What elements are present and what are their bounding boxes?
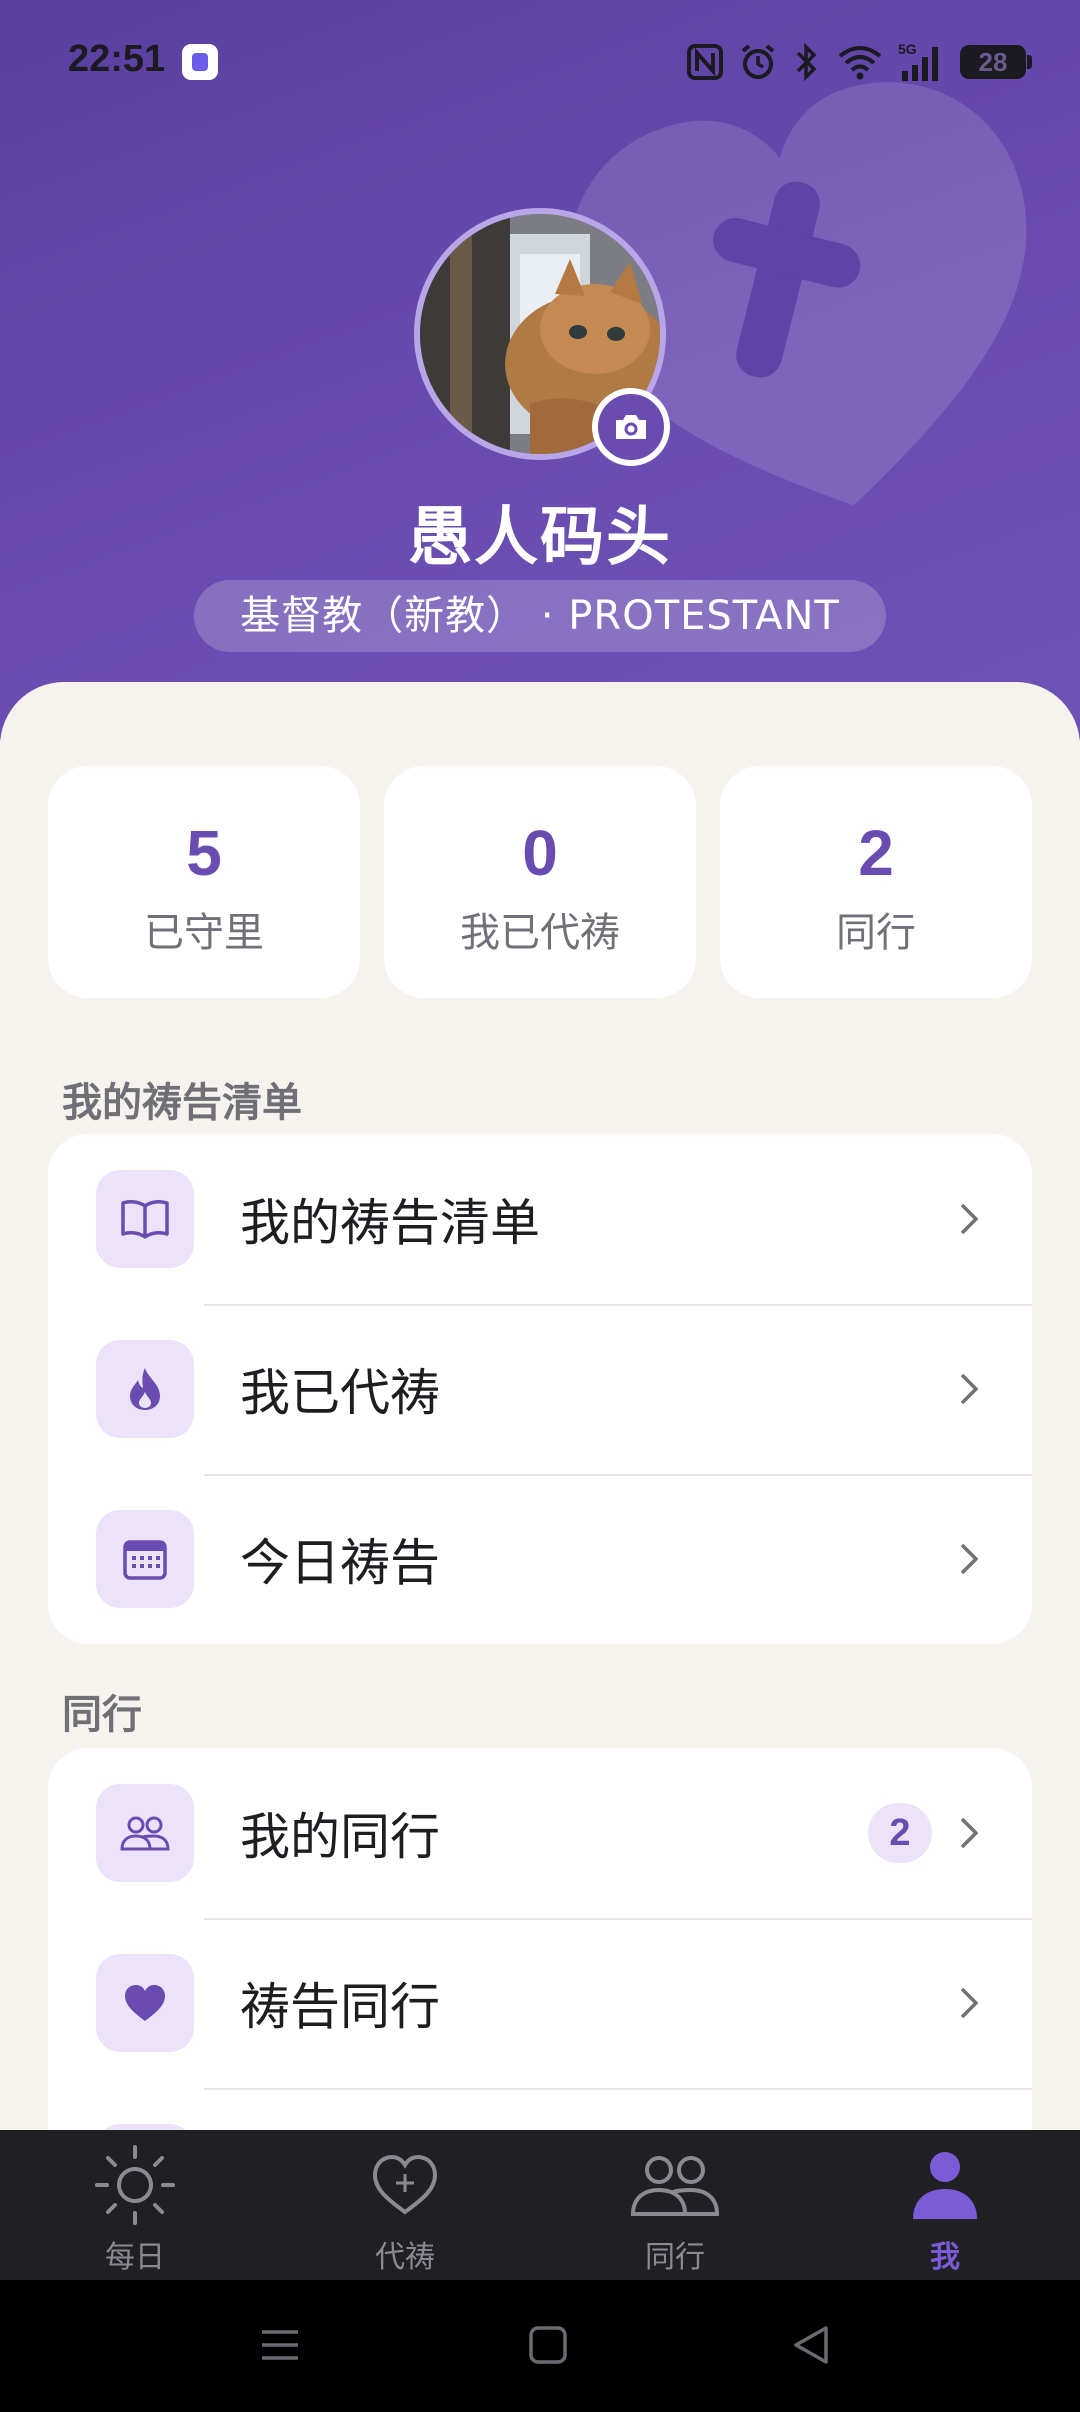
stat-label: 同行 xyxy=(836,910,916,956)
menu-icon[interactable] xyxy=(262,2320,298,2370)
menu-item-label: 我的祷告清单 xyxy=(240,1194,540,1252)
profile-content: 5 已守里 0 我已代祷 2 同行 我的祷告清单 我的祷告清单 我已代祷 今日祷… xyxy=(0,682,1080,2168)
nav-label: 同行 xyxy=(645,2240,705,2275)
book-icon xyxy=(96,1170,194,1268)
section-title-companions: 同行 xyxy=(62,1692,142,1738)
wifi-icon xyxy=(836,40,884,84)
menu-item-today-prayer[interactable]: 今日祷告 xyxy=(48,1474,1032,1644)
nav-label: 代祷 xyxy=(375,2240,435,2275)
heart-plus-icon xyxy=(370,2142,440,2228)
profile-name: 愚人码头 xyxy=(408,501,672,575)
nav-tab-intercession[interactable]: 代祷 xyxy=(270,2130,540,2280)
avatar-container[interactable] xyxy=(414,208,670,466)
person-icon xyxy=(910,2142,980,2228)
stat-label: 我已代祷 xyxy=(460,910,620,956)
calendar-icon xyxy=(96,1510,194,1608)
home-icon[interactable] xyxy=(528,2320,568,2370)
cellular-5g-icon: 5G xyxy=(898,40,946,84)
notification-app-icon xyxy=(182,44,218,80)
battery-icon: 28 xyxy=(960,45,1032,79)
menu-item-my-companions[interactable]: 我的同行 2 xyxy=(48,1748,1032,1918)
chevron-right-icon xyxy=(960,1987,979,2019)
chevron-right-icon xyxy=(960,1373,979,1405)
menu-item-label: 今日祷告 xyxy=(240,1534,440,1592)
stat-value: 5 xyxy=(186,817,222,889)
camera-icon xyxy=(616,415,646,439)
change-avatar-button[interactable] xyxy=(592,388,670,466)
nav-label: 我 xyxy=(930,2240,960,2275)
chevron-right-icon xyxy=(960,1203,979,1235)
system-navigation-bar xyxy=(0,2280,1080,2412)
menu-item-label: 我的同行 xyxy=(240,1808,440,1866)
chevron-right-icon xyxy=(960,1817,979,1849)
status-time: 22:51 xyxy=(68,38,166,80)
stat-card-companions[interactable]: 2 同行 xyxy=(720,766,1032,998)
heart-icon xyxy=(96,1954,194,2052)
people-icon xyxy=(627,2142,723,2228)
nav-label: 每日 xyxy=(105,2240,165,2275)
profile-header: 22:51 5G 28 愚人码头 基督教（新教） · PROTESTANT xyxy=(0,0,1080,740)
prayer-menu-card: 我的祷告清单 我已代祷 今日祷告 xyxy=(48,1134,1032,1644)
status-bar: 22:51 5G 28 xyxy=(0,0,1080,120)
battery-level: 28 xyxy=(978,46,1008,77)
stat-value: 0 xyxy=(522,817,558,889)
flame-icon xyxy=(96,1340,194,1438)
nfc-icon xyxy=(686,40,724,84)
menu-item-label: 我已代祷 xyxy=(240,1364,440,1422)
stat-label: 已守里 xyxy=(144,910,264,956)
section-title-prayer-list: 我的祷告清单 xyxy=(62,1080,302,1126)
stat-value: 2 xyxy=(858,817,894,889)
back-icon[interactable] xyxy=(792,2320,832,2370)
network-type: 5G xyxy=(898,41,917,57)
nav-tab-companions[interactable]: 同行 xyxy=(540,2130,810,2280)
faith-badge: 基督教（新教） · PROTESTANT xyxy=(194,580,886,652)
companion-count-badge: 2 xyxy=(868,1803,932,1863)
stat-card-kept[interactable]: 5 已守里 xyxy=(48,766,360,998)
nav-tab-me[interactable]: 我 xyxy=(810,2130,1080,2280)
status-icons: 5G 28 xyxy=(686,38,1032,86)
menu-item-interceded[interactable]: 我已代祷 xyxy=(48,1304,1032,1474)
bluetooth-icon xyxy=(792,40,822,84)
companion-menu-card: 我的同行 2 祷告同行 xyxy=(48,1748,1032,2168)
bottom-navigation: 每日 代祷 同行 我 xyxy=(0,2130,1080,2280)
menu-item-my-prayer-list[interactable]: 我的祷告清单 xyxy=(48,1134,1032,1304)
stat-card-interceded[interactable]: 0 我已代祷 xyxy=(384,766,696,998)
nav-tab-daily[interactable]: 每日 xyxy=(0,2130,270,2280)
alarm-icon xyxy=(738,40,778,84)
people-icon xyxy=(96,1784,194,1882)
sun-icon xyxy=(93,2142,177,2228)
menu-item-prayer-companions[interactable]: 祷告同行 xyxy=(48,1918,1032,2088)
chevron-right-icon xyxy=(960,1543,979,1575)
menu-item-label: 祷告同行 xyxy=(240,1978,440,2036)
